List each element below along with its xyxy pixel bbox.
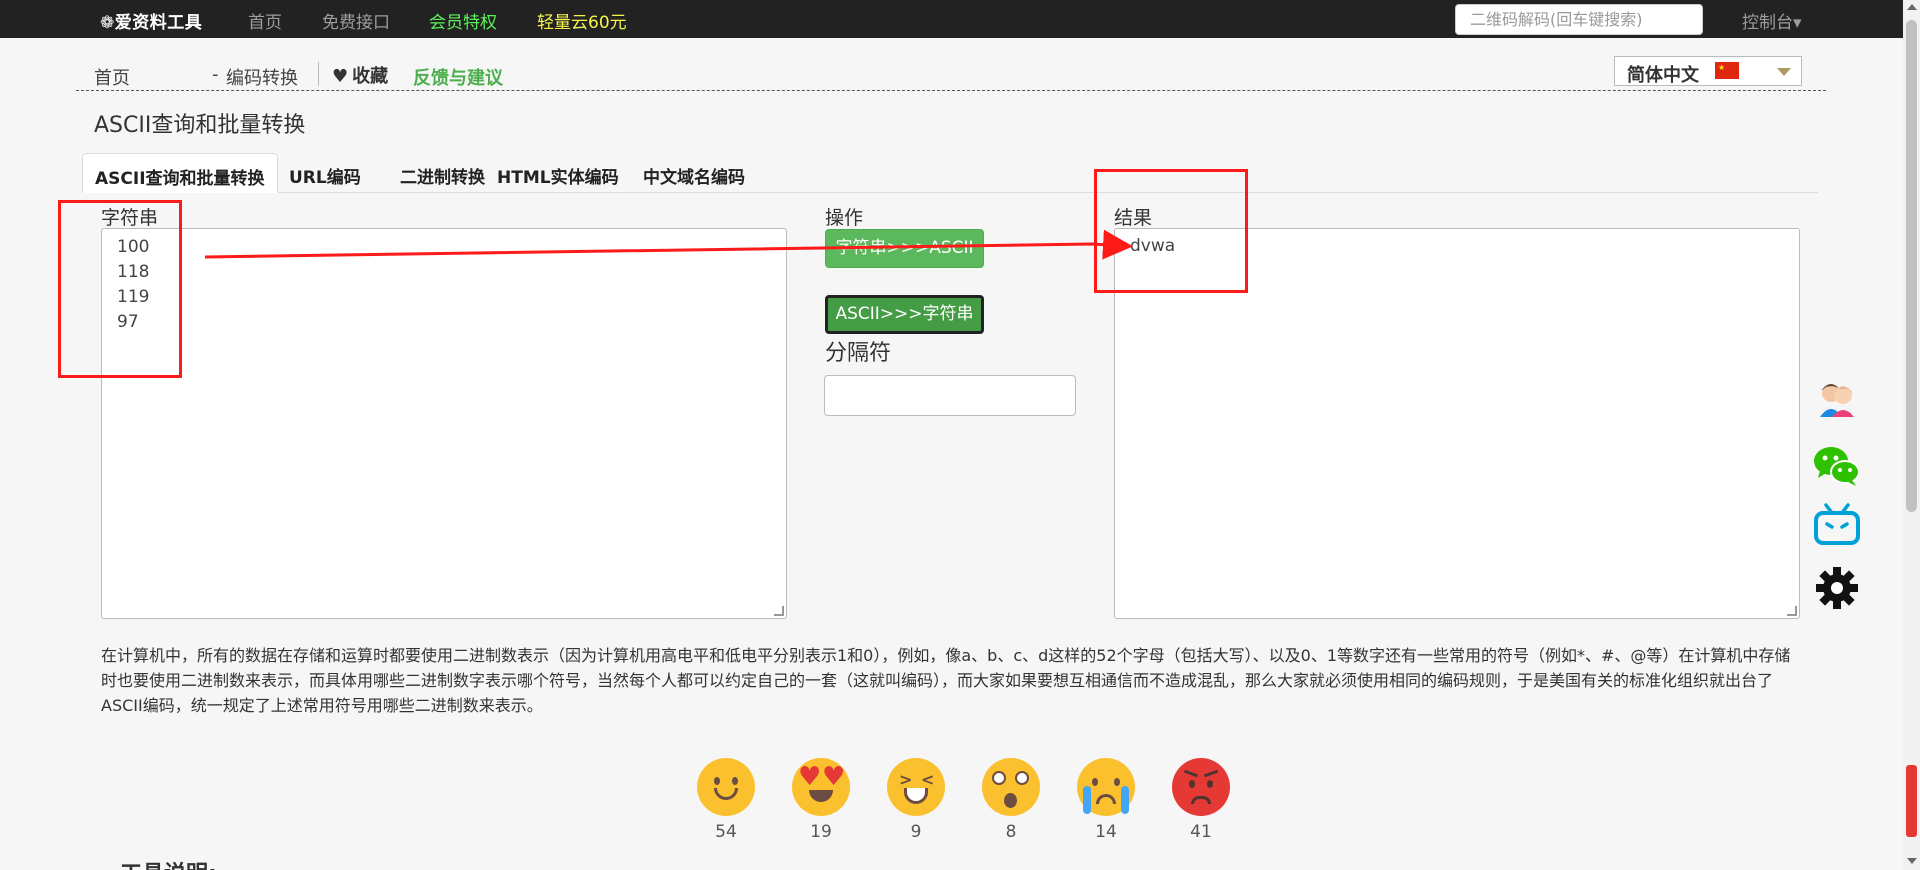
page: ❁爱资料工具 首页 免费接口 会员特权 轻量云60元 控制台▾ 首页 - 编码转… [0,0,1920,870]
annotation-arrow [204,229,1133,260]
